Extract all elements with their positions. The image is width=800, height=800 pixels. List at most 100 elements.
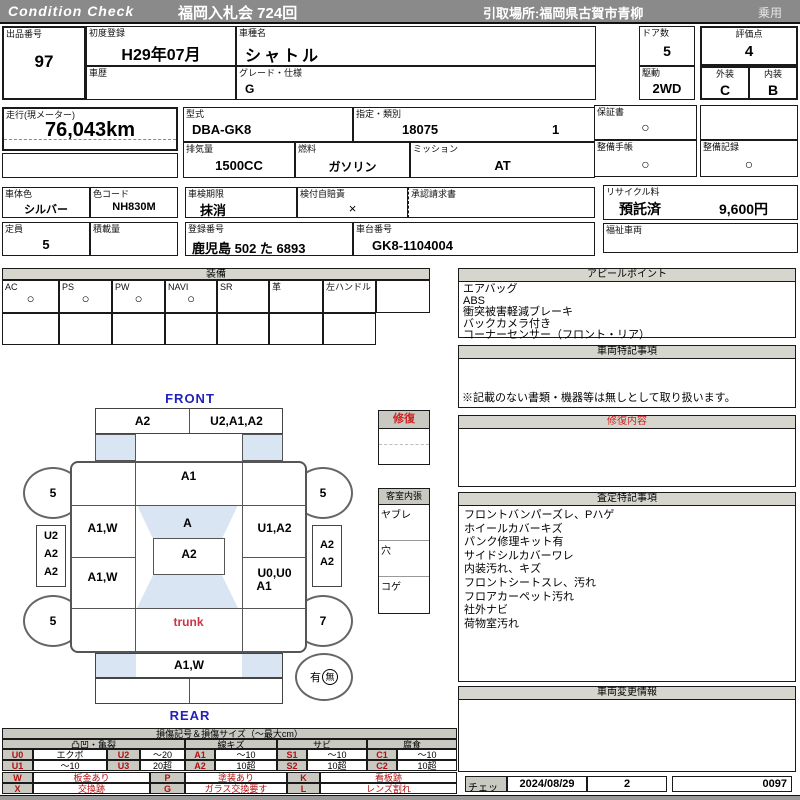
legend-code: S2 <box>277 760 307 771</box>
legend-code: X <box>2 783 33 794</box>
change-info-box: 車両変更情報 <box>458 686 796 772</box>
rear-bumper <box>95 678 283 704</box>
assessment-item: フロアカーペット汚れ <box>464 590 574 603</box>
repair-flag-header: 修復 <box>379 411 429 429</box>
assessment-item: フロントシートスレ、汚れ <box>464 576 596 589</box>
exterior-value: C <box>719 82 731 98</box>
reg-number-label: 登録番号 <box>188 224 225 234</box>
equipment-label: 革 <box>272 282 282 292</box>
legend-code: L <box>287 783 320 794</box>
drive-value: 2WD <box>652 81 682 96</box>
legend-code: K <box>287 772 320 783</box>
field-history: 車歴 <box>86 66 236 100</box>
field-warranty: 保証書 ○ <box>594 105 697 140</box>
left-sill-code: U2 <box>43 530 59 542</box>
legend-code: U3 <box>107 760 140 771</box>
auction-sheet: Condition Check 福岡入札会 724回 引取場所:福岡県古賀市青柳… <box>0 0 800 800</box>
cabin-interior-item-label: ヤブレ <box>381 510 411 521</box>
legend-code: P <box>150 772 185 783</box>
brand-logo: Condition Check <box>8 3 135 19</box>
first-reg-label: 初度登録 <box>89 28 126 38</box>
left-front-door-code: A1,W <box>87 521 118 535</box>
exterior-label: 外装 <box>715 69 734 79</box>
legend-value: エクボ <box>33 749 107 760</box>
lot-label: 出品番号 <box>6 29 43 39</box>
right-front-door-code: U1,A2 <box>257 521 292 535</box>
repair-detail-title-text: 修復内容 <box>607 416 647 427</box>
cabin-interior-title-text: 客室内張 <box>385 491 422 501</box>
repair-flag-box: 修復 <box>378 410 430 465</box>
grade-value: G <box>245 82 255 96</box>
recycle-fee: 9,600円 <box>719 201 769 217</box>
legend-code: C2 <box>367 760 397 771</box>
maintenance-record-label: 整備記録 <box>703 142 740 152</box>
type-label: 指定・類別 <box>356 109 402 119</box>
appeal-points-header: アピールポイント <box>459 269 795 282</box>
front-corner-right <box>242 434 283 461</box>
legend-group-corrosion: 腐食 <box>367 739 457 749</box>
field-chassis-number: 車台番号 GK8-1104004 <box>353 222 595 256</box>
left-sill-code: A2 <box>43 566 59 578</box>
field-maintenance-record: 整備記録 ○ <box>700 140 798 177</box>
legend-value: 〜10 <box>215 749 277 760</box>
vehicle-notes-header: 車両特記事項 <box>459 346 795 359</box>
cabin-interior-item-label: 穴 <box>381 546 391 557</box>
field-inspection-expiry: 車検期限 抹消 <box>185 187 297 218</box>
reg-number-value: 鹿児島 502 た 6893 <box>192 241 306 256</box>
field-maintenance-book: 整備手帳 ○ <box>594 140 697 177</box>
recycle-status: 預託済 <box>619 201 661 217</box>
front-corner-left <box>95 434 136 461</box>
cabin-interior-item-hole: 穴 <box>379 541 429 577</box>
field-model-code: 型式 DBA-GK8 <box>183 107 353 142</box>
legend-code: U2 <box>107 749 140 760</box>
repair-flag-title-text: 修復 <box>393 413 415 425</box>
warranty-label: 保証書 <box>597 107 625 117</box>
right-sill-box: A2 A2 <box>312 525 342 587</box>
page-number-value: 0097 <box>762 778 787 790</box>
tire-depth-value: 5 <box>49 486 57 500</box>
field-score: 評価点 4 <box>700 26 798 66</box>
repair-detail-header: 修復内容 <box>459 416 795 429</box>
field-drive: 駆動 2WD <box>639 66 695 100</box>
legend-value: 看板跡 <box>320 772 457 783</box>
equipment-empty-cell <box>59 313 112 345</box>
inspection-label: 車検期限 <box>188 189 225 199</box>
chassis-label: 車台番号 <box>356 224 393 234</box>
warranty-value: ○ <box>641 119 650 135</box>
recycle-label: リサイクル料 <box>606 187 660 197</box>
field-approval-request: 承認請求書 <box>408 187 595 218</box>
equipment-cell-lhd: 左ハンドル <box>323 280 376 313</box>
field-body-color: 車体色 シルバー <box>2 187 90 218</box>
legend-code: C1 <box>367 749 397 760</box>
history-label: 車歴 <box>89 68 108 78</box>
equipment-empty-cell <box>2 313 59 345</box>
right-sill-code: A2 <box>319 539 335 551</box>
equipment-cell-leather: 革 <box>269 280 323 313</box>
interior-value: B <box>767 82 779 98</box>
pickup-location: 引取場所:福岡県古賀市青柳 <box>483 6 644 21</box>
equipment-title-text: 装備 <box>206 269 226 280</box>
equipment-cell-pw: PW ○ <box>112 280 165 313</box>
equipment-cell-extra <box>376 280 430 313</box>
capacity-label: 定員 <box>5 224 24 234</box>
legend-value: 塗装あり <box>185 772 287 783</box>
legend-title: 損傷記号＆損傷サイズ（〜最大cm） <box>2 728 457 739</box>
check-label-cell: チェック <box>465 776 507 800</box>
field-fuel: 燃料 ガソリン <box>295 142 410 178</box>
rear-window-shape <box>137 575 238 608</box>
field-welfare-vehicle: 福祉車両 <box>603 223 798 253</box>
transmission-value: AT <box>494 158 511 173</box>
roof-code: A2 <box>181 547 197 561</box>
interior-label: 内装 <box>763 69 782 79</box>
vehicle-notes-title-text: 車両特記事項 <box>597 346 657 357</box>
doors-label: ドア数 <box>642 28 670 38</box>
field-mileage: 走行(現メーター) 76,043km <box>2 107 178 151</box>
warranty-empty-box <box>700 105 798 140</box>
cabin-interior-item-tear: ヤブレ <box>379 505 429 541</box>
front-bumper-left-code: A2 <box>134 414 151 428</box>
diagram-line <box>70 557 135 558</box>
tire-depth-value: 7 <box>319 614 327 628</box>
equipment-mark: ○ <box>26 291 35 306</box>
assessment-item: ホイールカバーキズ <box>464 522 563 535</box>
equipment-empty-cell <box>323 313 376 345</box>
